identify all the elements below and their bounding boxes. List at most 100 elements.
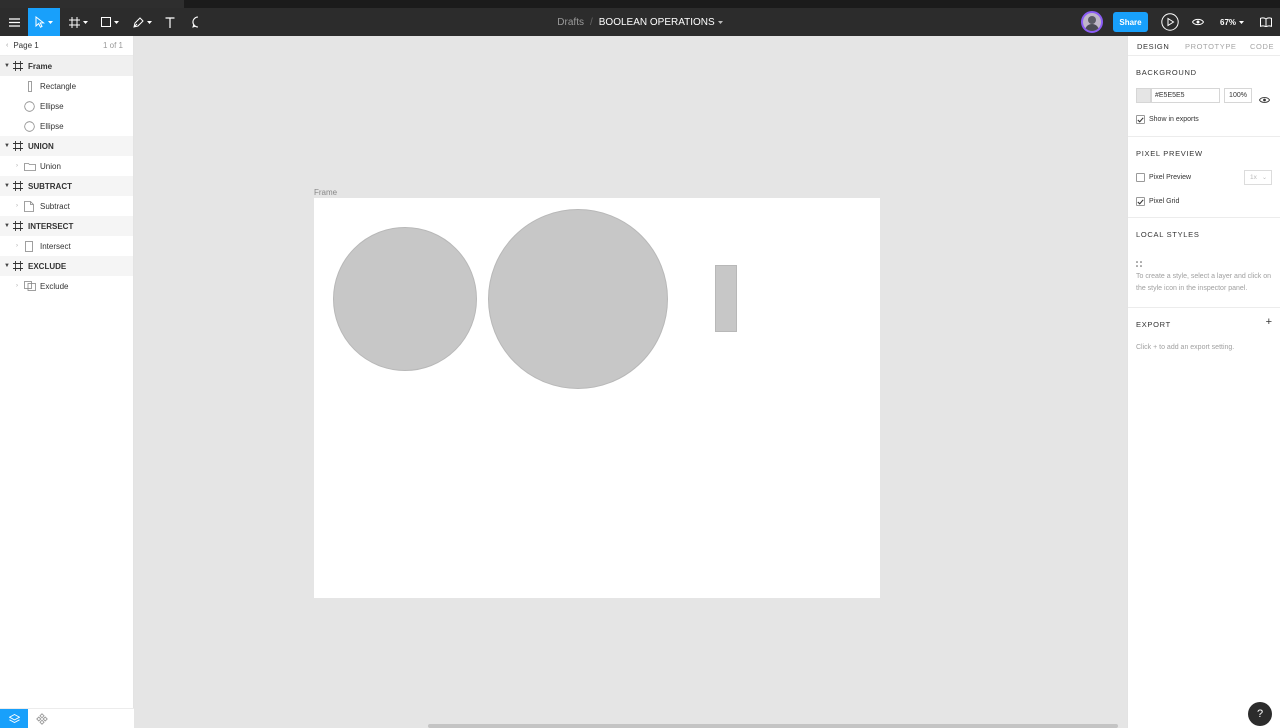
layer-row-union[interactable]: › Union — [0, 156, 133, 176]
layer-row-subtract[interactable]: › Subtract — [0, 196, 133, 216]
chevron-down-icon[interactable] — [717, 20, 723, 24]
breadcrumb-drafts-link[interactable]: Drafts — [557, 17, 584, 28]
layer-name: UNION — [28, 141, 54, 151]
avatar[interactable] — [1081, 11, 1103, 33]
checkmark-icon — [1137, 198, 1144, 205]
frame-icon — [13, 61, 23, 71]
canvas[interactable]: Frame — [134, 36, 1127, 728]
layer-name: Ellipse — [40, 121, 64, 131]
chevron-right-icon[interactable]: › — [16, 243, 18, 249]
tab-design[interactable]: DESIGN — [1137, 42, 1169, 51]
tab-prototype[interactable]: PROTOTYPE — [1185, 42, 1237, 51]
window-top-strip — [0, 0, 1280, 8]
layer-name: Exclude — [40, 281, 69, 291]
zoom-control[interactable]: 67% — [1220, 8, 1245, 36]
layer-name: Union — [40, 161, 61, 171]
layer-row-intersect-frame[interactable]: ▼ INTERSECT — [0, 216, 133, 236]
comment-tool-button[interactable] — [188, 8, 208, 36]
expand-triangle-icon[interactable]: ▼ — [4, 263, 10, 269]
expand-triangle-icon[interactable]: ▼ — [4, 143, 10, 149]
pen-tool-button[interactable] — [128, 8, 156, 36]
pixel-preview-label: Pixel Preview — [1149, 174, 1192, 181]
layers-icon — [8, 714, 20, 724]
move-icon — [35, 16, 45, 28]
expand-triangle-icon[interactable]: ▼ — [4, 223, 10, 229]
chevron-down-icon — [114, 20, 119, 24]
assets-tab[interactable] — [30, 709, 54, 728]
style-grid-icon[interactable] — [1136, 254, 1142, 272]
frame-icon — [13, 221, 23, 231]
layer-name: Intersect — [40, 241, 71, 251]
tab-code[interactable]: CODE — [1250, 42, 1274, 51]
background-section: BACKGROUND #E5E5E5 100% Show in exports — [1128, 56, 1280, 137]
layer-row-subtract-frame[interactable]: ▼ SUBTRACT — [0, 176, 133, 196]
layer-row-union-frame[interactable]: ▼ UNION — [0, 136, 133, 156]
library-button[interactable] — [1256, 8, 1276, 36]
export-hint: Click + to add an export setting. — [1136, 344, 1235, 351]
horizontal-scrollbar[interactable] — [428, 724, 1118, 728]
eye-icon[interactable] — [1258, 91, 1271, 109]
help-button[interactable]: ? — [1248, 702, 1272, 726]
share-button[interactable]: Share — [1113, 12, 1148, 32]
left-panel-footer — [0, 708, 134, 728]
pixel-grid-checkbox[interactable] — [1136, 197, 1145, 206]
inspector-panel: DESIGN PROTOTYPE CODE BACKGROUND #E5E5E5… — [1127, 36, 1280, 728]
expand-triangle-icon[interactable]: ▼ — [4, 183, 10, 189]
chevron-down-icon: ⌄ — [1261, 175, 1267, 181]
layer-row-exclude-frame[interactable]: ▼ EXCLUDE — [0, 256, 133, 276]
pixel-preview-scale-select[interactable]: 1x ⌄ — [1244, 170, 1272, 185]
pixel-preview-checkbox[interactable] — [1136, 173, 1145, 182]
exclude-icon — [24, 281, 36, 291]
background-color-swatch[interactable] — [1136, 88, 1151, 103]
layer-row-rectangle[interactable]: Rectangle — [0, 76, 133, 96]
show-in-exports-checkbox[interactable] — [1136, 115, 1145, 124]
zoom-level: 67% — [1220, 17, 1237, 27]
expand-triangle-icon[interactable]: ▼ — [4, 63, 10, 69]
local-styles-section: LOCAL STYLES To create a style, select a… — [1128, 218, 1280, 308]
background-hex-input[interactable]: #E5E5E5 — [1151, 88, 1220, 103]
chevron-down-icon — [48, 20, 53, 24]
checkmark-icon — [1137, 116, 1144, 123]
eye-icon — [1192, 18, 1204, 26]
page-selector[interactable]: ‹ Page 1 1 of 1 — [0, 36, 133, 56]
layer-name: SUBTRACT — [28, 181, 72, 191]
view-settings-button[interactable] — [1188, 8, 1208, 36]
page-name: Page 1 — [13, 41, 39, 50]
frame-label[interactable]: Frame — [314, 188, 337, 197]
layer-row-frame[interactable]: ▼ Frame — [0, 56, 133, 76]
ellipse-shape[interactable] — [488, 209, 668, 389]
comment-icon — [192, 16, 199, 28]
file-name[interactable]: BOOLEAN OPERATIONS — [599, 17, 715, 28]
add-export-button[interactable]: + — [1266, 317, 1272, 328]
frame-tool-button[interactable] — [64, 8, 92, 36]
chevron-right-icon[interactable]: › — [16, 163, 18, 169]
shape-tool-button[interactable] — [96, 8, 124, 36]
chevron-down-icon — [1239, 20, 1245, 24]
section-title: LOCAL STYLES — [1136, 230, 1200, 239]
chevron-right-icon[interactable]: › — [16, 203, 18, 209]
text-icon — [165, 16, 175, 28]
layer-row-exclude[interactable]: › Exclude — [0, 276, 133, 296]
layer-name: Ellipse — [40, 101, 64, 111]
layer-row-ellipse[interactable]: Ellipse — [0, 116, 133, 136]
layer-row-intersect[interactable]: › Intersect — [0, 236, 133, 256]
chevron-right-icon[interactable]: › — [16, 283, 18, 289]
ellipse-shape[interactable] — [333, 227, 477, 371]
main-menu-button[interactable] — [0, 8, 28, 36]
text-tool-button[interactable] — [160, 8, 180, 36]
layer-name: Subtract — [40, 201, 70, 211]
background-opacity-input[interactable]: 100% — [1224, 88, 1252, 103]
frame-icon — [13, 181, 23, 191]
layer-name: Rectangle — [40, 81, 77, 91]
pen-icon — [132, 16, 144, 28]
rectangle-shape[interactable] — [715, 265, 737, 332]
page-count: 1 of 1 — [102, 41, 123, 50]
layer-row-ellipse[interactable]: Ellipse — [0, 96, 133, 116]
present-button[interactable] — [1160, 8, 1180, 36]
move-tool-button[interactable] — [28, 8, 60, 36]
layers-tab[interactable] — [0, 709, 28, 728]
ellipse-icon — [24, 120, 35, 132]
frame-board[interactable] — [314, 198, 880, 598]
union-icon — [24, 162, 36, 171]
section-title: BACKGROUND — [1136, 68, 1197, 77]
